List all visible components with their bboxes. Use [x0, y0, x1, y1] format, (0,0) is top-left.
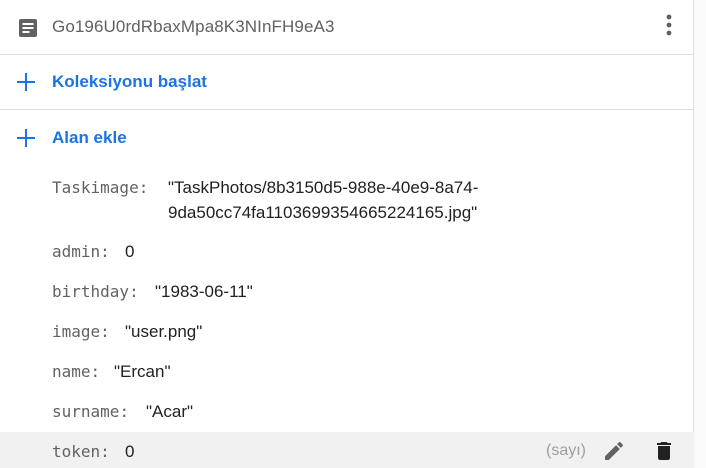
field-key: Taskimage:	[52, 178, 149, 197]
field-key: surname:	[52, 402, 130, 421]
field-row-birthday[interactable]: birthday: "1983-06-11"	[0, 282, 694, 320]
edit-field-button[interactable]	[602, 439, 626, 463]
field-value: "Ercan"	[114, 362, 171, 381]
field-row-image[interactable]: image: "user.png"	[0, 322, 694, 360]
start-collection-label: Koleksiyonu başlat	[52, 72, 207, 91]
field-value: 0	[125, 442, 135, 461]
trash-icon	[657, 442, 671, 460]
field-value: 0	[125, 242, 135, 261]
field-row-admin[interactable]: admin: 0	[0, 242, 694, 280]
field-value: "Acar"	[146, 402, 194, 421]
field-value: "user.png"	[125, 322, 203, 341]
start-collection-button[interactable]: Koleksiyonu başlat	[0, 55, 694, 110]
add-field-label: Alan ekle	[52, 128, 127, 147]
delete-field-button[interactable]	[652, 439, 676, 463]
field-row-taskimage[interactable]: Taskimage: "TaskPhotos/8b3150d5-988e-40e…	[0, 178, 694, 234]
document-panel: Go196U0rdRbaxMpa8K3NInFH9eA3 Koleksiyonu…	[0, 0, 694, 468]
more-vert-icon	[666, 14, 672, 41]
field-row-name[interactable]: name: "Ercan"	[0, 362, 694, 400]
pencil-icon	[605, 441, 623, 460]
field-key: token:	[52, 442, 110, 461]
field-key: admin:	[52, 242, 110, 261]
field-value: "TaskPhotos/8b3150d5-988e-40e9-8a74-9da5…	[168, 178, 479, 222]
plus-icon	[16, 128, 36, 148]
field-key: birthday:	[52, 282, 139, 301]
field-type-hint: (sayı)	[546, 442, 586, 459]
plus-icon	[16, 72, 36, 92]
field-key: image:	[52, 322, 110, 341]
more-options-button[interactable]	[654, 10, 684, 44]
field-value: "1983-06-11"	[155, 282, 253, 301]
document-icon	[18, 18, 38, 38]
scrollbar-track[interactable]	[694, 0, 706, 468]
field-row-token[interactable]: token: 0 (sayı)	[0, 432, 694, 468]
field-key: name:	[52, 362, 101, 381]
add-field-button[interactable]: Alan ekle	[0, 111, 694, 166]
document-id: Go196U0rdRbaxMpa8K3NInFH9eA3	[52, 17, 335, 36]
document-header: Go196U0rdRbaxMpa8K3NInFH9eA3	[0, 0, 694, 55]
